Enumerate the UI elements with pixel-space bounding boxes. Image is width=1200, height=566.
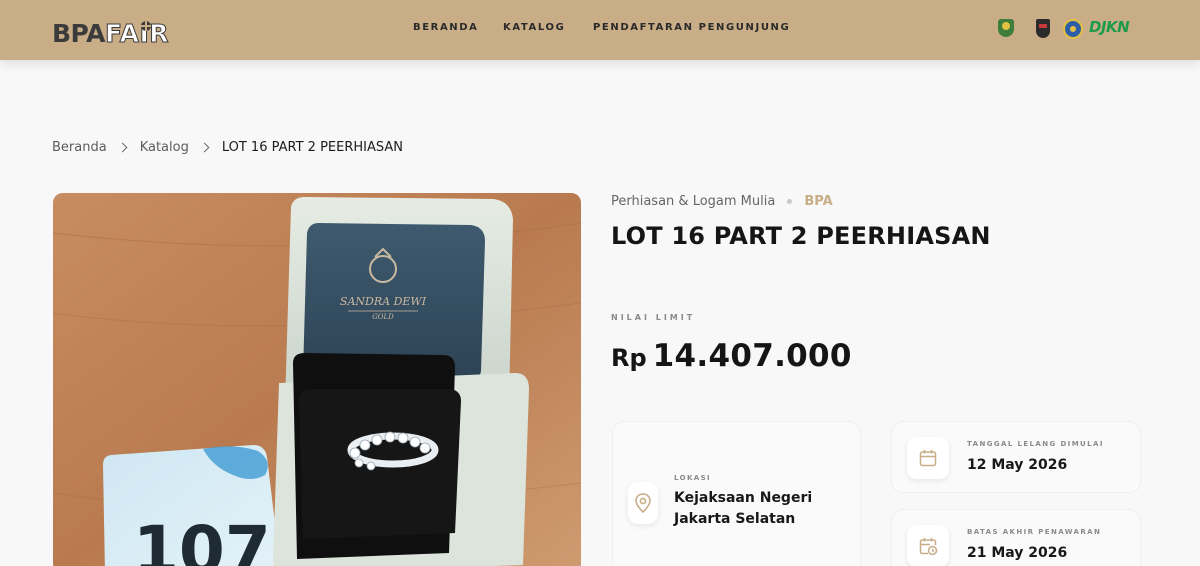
breadcrumb-current: LOT 16 PART 2 PEERHIASAN xyxy=(221,140,403,155)
product-title: LOT 16 PART 2 PEERHIASAN xyxy=(611,222,991,250)
offer-deadline-label: BATAS AKHIR PENAWARAN xyxy=(967,528,1102,536)
kejaksaan-logo xyxy=(995,17,1017,41)
calendar-icon xyxy=(919,450,937,467)
breadcrumb-beranda[interactable]: Beranda xyxy=(52,140,107,155)
offer-deadline-card: BATAS AKHIR PENAWARAN 21 May 2026 xyxy=(891,509,1141,566)
map-pin-icon xyxy=(635,493,651,513)
logo-bpa-text: BPA xyxy=(52,19,105,48)
separator-dot xyxy=(787,199,793,204)
bpa-fair-logo[interactable]: BPA FAIR xyxy=(52,14,170,48)
location-icon-box xyxy=(628,482,658,524)
nav-pendaftaran-pengunjung[interactable]: PENDAFTARAN PENGUNJUNG xyxy=(593,22,790,33)
location-label: LOKASI xyxy=(674,474,712,482)
category-row: Perhiasan & Logam Mulia BPA xyxy=(611,194,833,209)
calendar-clock-icon-box xyxy=(907,525,949,566)
auction-start-value: 12 May 2026 xyxy=(967,457,1068,473)
category-label: Perhiasan & Logam Mulia xyxy=(611,194,776,209)
auction-start-card: TANGGAL LELANG DIMULAI 12 May 2026 xyxy=(891,421,1141,493)
product-image[interactable]: 107 SANDRA DEWI GOLD xyxy=(53,193,581,566)
auction-start-label: TANGGAL LELANG DIMULAI xyxy=(967,440,1104,448)
box-brand-text: SANDRA DEWI xyxy=(340,295,427,308)
currency-symbol: Rp xyxy=(611,344,647,372)
logo-fair-text: FAIR xyxy=(104,19,170,48)
product-photo-illustration: 107 SANDRA DEWI GOLD xyxy=(53,193,581,566)
calendar-icon-box xyxy=(907,437,949,479)
location-value: Kejaksaan Negeri Jakarta Selatan xyxy=(674,490,813,527)
limit-amount: 14.407.000 xyxy=(652,338,852,374)
location-card: LOKASI Kejaksaan Negeri Jakarta Selatan xyxy=(612,421,861,566)
logo-compass-icon xyxy=(141,21,151,31)
calendar-clock-icon xyxy=(919,538,938,556)
category-tag: BPA xyxy=(804,194,833,209)
nav-beranda[interactable]: BERANDA xyxy=(413,22,479,33)
breadcrumb: Beranda Katalog LOT 16 PART 2 PEERHIASAN xyxy=(52,140,403,155)
nav-katalog[interactable]: KATALOG xyxy=(503,22,565,33)
limit-label: NILAI LIMIT xyxy=(611,313,696,322)
limit-value: Rp 14.407.000 xyxy=(611,338,852,374)
breadcrumb-katalog[interactable]: Katalog xyxy=(140,140,189,155)
offer-deadline-value: 21 May 2026 xyxy=(967,545,1068,561)
chevron-right-icon xyxy=(199,142,210,153)
box-sub-text: GOLD xyxy=(372,313,394,321)
lot-tag-number: 107 xyxy=(133,512,271,566)
adhyaksa-logo xyxy=(1034,17,1052,41)
djkn-logo: DJKN xyxy=(1089,18,1130,36)
chevron-right-icon xyxy=(117,142,128,153)
kemenkeu-logo xyxy=(1062,17,1084,41)
site-header: BPA FAIR BERANDA KATALOG PENDAFTARAN PEN… xyxy=(0,0,1200,60)
